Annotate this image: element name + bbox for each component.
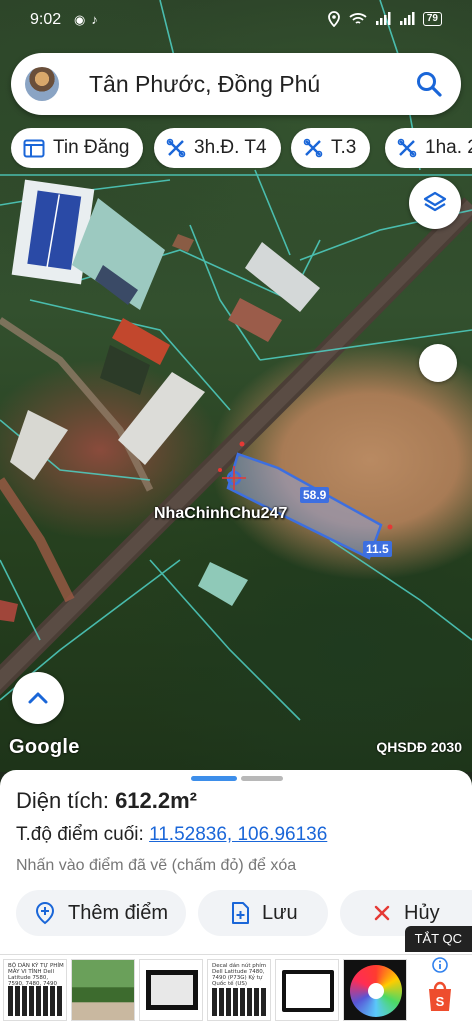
filter-chips: Tin Đăng 3h.Đ. T4 T.3 1ha. 2 bbox=[11, 128, 472, 168]
chip-3h-d-t4[interactable]: 3h.Đ. T4 bbox=[154, 128, 281, 168]
area-line: Diện tích: 612.2m² bbox=[16, 788, 197, 814]
calendar-icon bbox=[23, 139, 45, 158]
svg-text:S: S bbox=[436, 994, 445, 1009]
map-control-dot-button[interactable] bbox=[419, 344, 457, 382]
status-time: 9:02 bbox=[30, 11, 62, 28]
ad-product-keyboard-decal-2[interactable]: Decal dán nút phím Dell Latitude 7480, 7… bbox=[207, 959, 271, 1021]
wifi-icon bbox=[349, 13, 367, 24]
map-overlay bbox=[0, 0, 472, 721]
save-label: Lưu bbox=[262, 901, 298, 924]
coordinate-link[interactable]: 11.52836, 106.96136 bbox=[149, 824, 327, 845]
globe-icon: ◉ bbox=[74, 12, 86, 27]
layers-icon bbox=[423, 191, 447, 212]
avatar[interactable] bbox=[25, 67, 59, 101]
coordinate-label: T.độ điểm cuối: bbox=[16, 824, 144, 845]
search-bar[interactable]: Tân Phước, Đồng Phú bbox=[11, 53, 461, 115]
tools-icon bbox=[166, 138, 186, 158]
satellite-map[interactable]: 58.9 11.5 NhaChinhChu247 Google QHSDĐ 20… bbox=[0, 0, 472, 772]
cancel-label: Hủy bbox=[404, 901, 440, 924]
ad-info-icon[interactable] bbox=[432, 957, 448, 973]
tools-icon bbox=[303, 138, 323, 158]
ad-product-bezel[interactable] bbox=[275, 959, 339, 1021]
hint-text: Nhấn vào điểm đã vẽ (chấm đỏ) để xóa bbox=[16, 857, 297, 874]
signal-icon bbox=[375, 12, 391, 25]
expand-up-button[interactable] bbox=[12, 672, 64, 724]
sheet-handle-secondary[interactable] bbox=[241, 776, 283, 781]
chip-tin-dang[interactable]: Tin Đăng bbox=[11, 128, 144, 168]
save-file-icon bbox=[232, 902, 249, 924]
search-input[interactable]: Tân Phước, Đồng Phú bbox=[89, 71, 320, 98]
battery-icon: 79 bbox=[422, 12, 442, 26]
add-location-icon bbox=[35, 901, 55, 925]
map-layer-credit: QHSDĐ 2030 bbox=[376, 739, 462, 755]
coordinate-line: T.độ điểm cuối: 11.52836, 106.96136 bbox=[16, 824, 327, 846]
chevron-up-icon bbox=[28, 692, 48, 704]
location-icon bbox=[327, 11, 340, 27]
ad-fan-hub bbox=[368, 983, 384, 999]
chip-label: 1ha. 2 bbox=[425, 137, 472, 158]
parcel-length-label: 58.9 bbox=[300, 487, 330, 503]
search-icon[interactable] bbox=[415, 70, 443, 98]
ad-keyboard-image bbox=[212, 988, 268, 1016]
chip-t3[interactable]: T.3 bbox=[291, 128, 371, 168]
chip-label: Tin Đăng bbox=[53, 137, 130, 158]
layers-button[interactable] bbox=[409, 177, 461, 229]
add-point-button[interactable]: Thêm điểm bbox=[16, 890, 186, 936]
signal-2-icon bbox=[399, 12, 415, 25]
save-button[interactable]: Lưu bbox=[198, 890, 328, 936]
add-point-label: Thêm điểm bbox=[68, 901, 169, 924]
tiktok-icon: ♪ bbox=[91, 12, 98, 27]
chip-label: T.3 bbox=[331, 137, 357, 158]
ad-keyboard-image bbox=[8, 986, 64, 1016]
measurement-sheet: Diện tích: 612.2m² T.độ điểm cuối: 11.52… bbox=[0, 770, 472, 954]
sheet-handle[interactable] bbox=[191, 776, 237, 781]
status-notification-icons: ◉ ♪ bbox=[74, 12, 98, 28]
close-ads-button[interactable]: TẮT QC bbox=[404, 926, 472, 952]
chip-label: 3h.Đ. T4 bbox=[194, 137, 267, 158]
ad-caption: Decal dán nút phím Dell Latitude 7480, 7… bbox=[212, 963, 267, 987]
ad-product-garden[interactable] bbox=[71, 959, 135, 1021]
area-label: Diện tích: bbox=[16, 788, 109, 813]
ad-bezel-image bbox=[282, 970, 334, 1012]
shopee-bag-icon[interactable]: S bbox=[425, 979, 455, 1013]
status-right-icons: 79 bbox=[327, 11, 442, 27]
parcel-width-label: 11.5 bbox=[363, 541, 392, 557]
tools-icon bbox=[397, 138, 417, 158]
ad-banner[interactable]: BỘ DÁN KÝ TỰ PHÍM MÁY VI TÍNH Dell Latit… bbox=[0, 954, 472, 1024]
chip-1ha[interactable]: 1ha. 2 bbox=[385, 128, 472, 168]
ad-screen-image bbox=[146, 970, 198, 1010]
close-icon bbox=[374, 905, 390, 921]
ad-product-screen[interactable] bbox=[139, 959, 203, 1021]
ad-product-rgb-fan[interactable] bbox=[343, 959, 407, 1021]
google-logo: Google bbox=[9, 736, 80, 758]
map-watermark: NhaChinhChu247 bbox=[154, 505, 288, 522]
status-bar: 9:02 ◉ ♪ 79 bbox=[0, 0, 472, 40]
area-value: 612.2m² bbox=[115, 788, 198, 813]
ad-product-keyboard-decal[interactable]: BỘ DÁN KÝ TỰ PHÍM MÁY VI TÍNH Dell Latit… bbox=[3, 959, 67, 1021]
